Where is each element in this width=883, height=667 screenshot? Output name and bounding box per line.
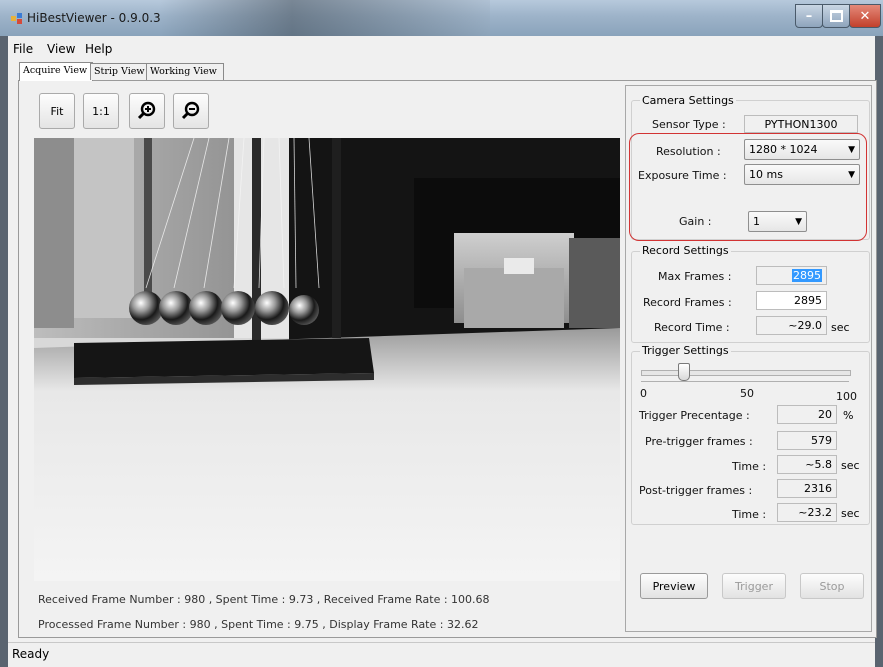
zoom-in-button[interactable] [129, 93, 165, 129]
post-trigger-time-unit: sec [841, 507, 860, 520]
record-time-unit: sec [831, 321, 850, 334]
slider-tick-100: 100 [836, 390, 857, 403]
pre-trigger-time-value: ~5.8 [777, 455, 837, 474]
slider-tick-50: 50 [740, 387, 754, 400]
sensor-type-value: PYTHON1300 [744, 115, 858, 133]
max-frames-value: 2895 [792, 269, 822, 282]
minimize-icon: – [805, 8, 813, 24]
window-title: HiBestViewer - 0.9.0.3 [27, 11, 161, 25]
maximize-button[interactable] [822, 4, 850, 28]
newtons-cradle-image [34, 138, 620, 581]
menu-file[interactable]: File [13, 42, 33, 56]
one-to-one-label: 1:1 [92, 104, 110, 118]
post-trigger-time-label: Time : [732, 508, 767, 521]
zoom-out-icon [181, 101, 200, 120]
fit-label: Fit [50, 104, 64, 118]
trigger-percentage-unit: % [843, 409, 854, 422]
received-frame-stats: Received Frame Number : 980 , Spent Time… [38, 593, 490, 606]
pre-trigger-time-unit: sec [841, 459, 860, 472]
trigger-percentage-label: Trigger Precentage : [639, 409, 750, 422]
pre-trigger-time-label: Time : [732, 460, 767, 473]
highlight-annotation [629, 133, 867, 241]
one-to-one-button[interactable]: 1:1 [83, 93, 119, 129]
record-settings-title: Record Settings [640, 244, 731, 257]
trigger-button[interactable]: Trigger [722, 573, 786, 599]
minimize-button[interactable]: – [795, 4, 823, 28]
trigger-slider-thumb[interactable] [677, 363, 690, 381]
camera-settings-title: Camera Settings [640, 94, 736, 107]
record-frames-label: Record Frames : [643, 296, 732, 309]
post-trigger-frames-value: 2316 [777, 479, 837, 498]
status-text: Ready [12, 647, 50, 661]
trigger-slider-track[interactable] [641, 370, 851, 376]
app-icon [11, 13, 22, 24]
post-trigger-time-value: ~23.2 [777, 503, 837, 522]
post-trigger-frames-label: Post-trigger frames : [639, 484, 753, 497]
camera-preview-image[interactable] [34, 138, 620, 581]
record-frames-input[interactable]: 2895 [756, 291, 827, 310]
zoom-in-icon [137, 101, 156, 120]
record-time-value: ~29.0 [756, 316, 827, 335]
stop-button[interactable]: Stop [800, 573, 864, 599]
menu-bar [8, 40, 875, 60]
pre-trigger-frames-value: 579 [777, 431, 837, 450]
record-time-label: Record Time : [654, 321, 730, 334]
pre-trigger-frames-label: Pre-trigger frames : [645, 435, 753, 448]
fit-button[interactable]: Fit [39, 93, 75, 129]
trigger-settings-title: Trigger Settings [640, 344, 731, 357]
slider-tick-line [641, 381, 849, 382]
close-icon: ✕ [859, 8, 871, 24]
status-bar [8, 642, 875, 667]
processed-frame-stats: Processed Frame Number : 980 , Spent Tim… [38, 618, 479, 631]
slider-tick-0: 0 [640, 387, 647, 400]
tab-strip-view[interactable]: Strip View [90, 63, 150, 80]
max-frames-label: Max Frames : [658, 270, 732, 283]
close-button[interactable]: ✕ [849, 4, 881, 28]
max-frames-field: 2895 [756, 266, 827, 285]
sensor-type-label: Sensor Type : [652, 118, 726, 131]
title-bar-reflection [160, 0, 490, 36]
maximize-icon [829, 10, 843, 22]
tab-working-view[interactable]: Working View [146, 63, 224, 80]
menu-view[interactable]: View [47, 42, 75, 56]
zoom-out-button[interactable] [173, 93, 209, 129]
preview-button[interactable]: Preview [640, 573, 708, 599]
tab-acquire-view[interactable]: Acquire View [19, 62, 93, 81]
menu-help[interactable]: Help [85, 42, 112, 56]
trigger-percentage-value: 20 [777, 405, 837, 424]
